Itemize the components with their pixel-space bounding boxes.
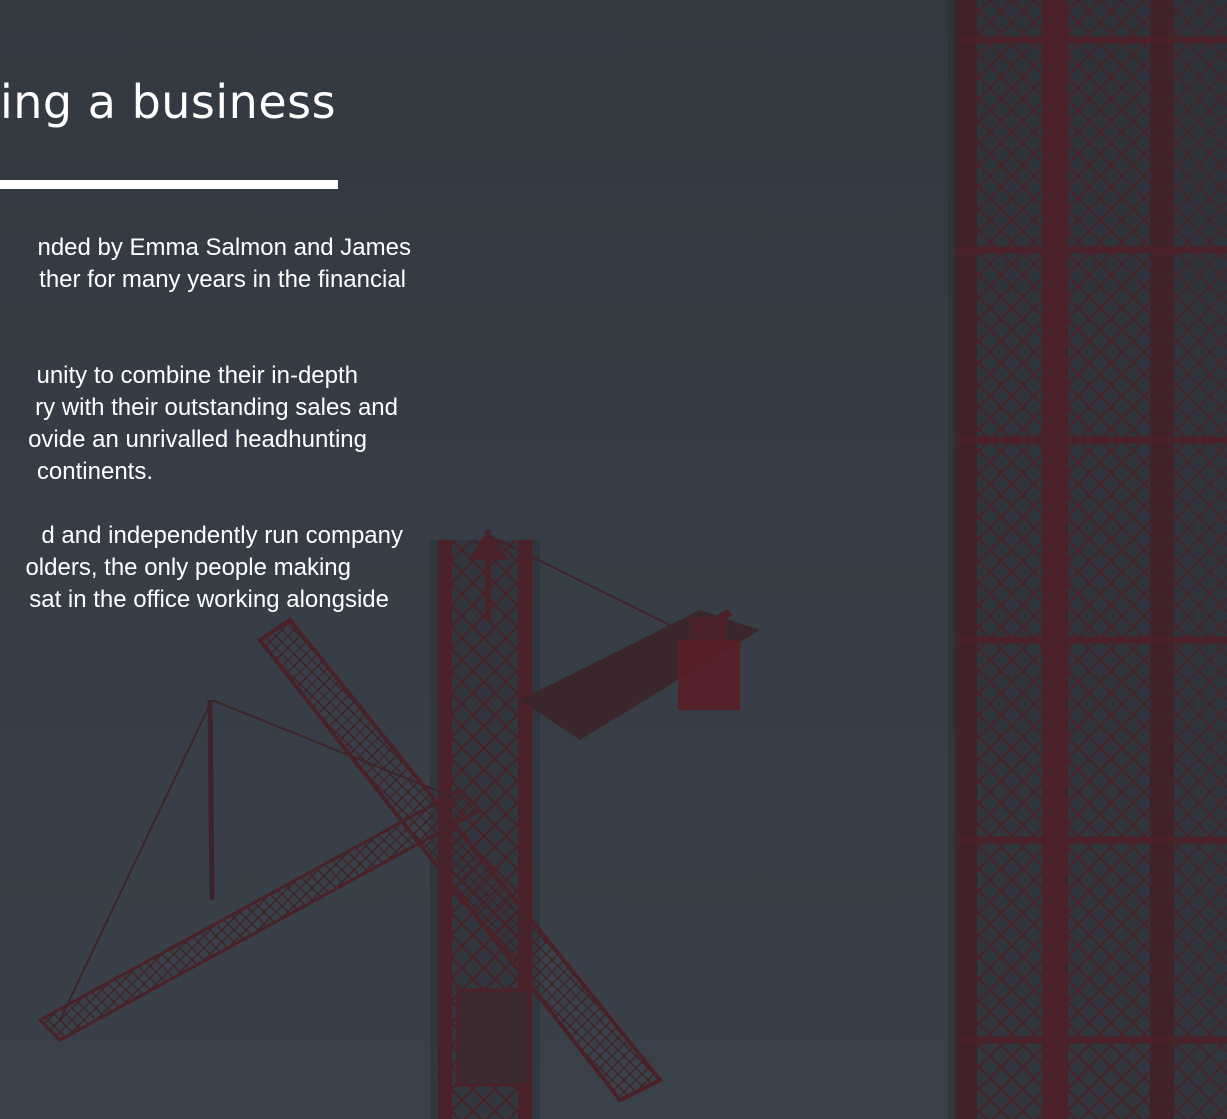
paragraph-line: d and independently run company xyxy=(41,522,403,549)
section-heading: ing a business xyxy=(0,75,337,129)
about-hero-section: ing a business nded by Emma Salmon and J… xyxy=(0,0,1227,1119)
tower-crane-middle xyxy=(37,530,760,1119)
paragraph-line: sat in the office working alongside xyxy=(29,586,389,613)
paragraph-line: nded by Emma Salmon and James xyxy=(37,234,411,261)
heading-underline-divider xyxy=(0,180,338,189)
tower-crane-right xyxy=(948,0,1227,1119)
intro-paragraph: nded by Emma Salmon and James ther for m… xyxy=(0,232,412,296)
paragraph-line: unity to combine their in-depth xyxy=(36,362,358,389)
paragraph-line: continents. xyxy=(36,458,153,485)
paragraph-line: olders, the only people making xyxy=(25,554,351,581)
paragraph-line: ry with their outstanding sales and xyxy=(35,394,398,421)
ownership-paragraph: d and independently run company olders, … xyxy=(0,520,412,616)
paragraph-line: ther for many years in the financial xyxy=(39,266,406,293)
paragraph-line: ovide an unrivalled headhunting xyxy=(28,426,367,453)
opportunity-paragraph: unity to combine their in-depth ry with … xyxy=(0,360,412,488)
